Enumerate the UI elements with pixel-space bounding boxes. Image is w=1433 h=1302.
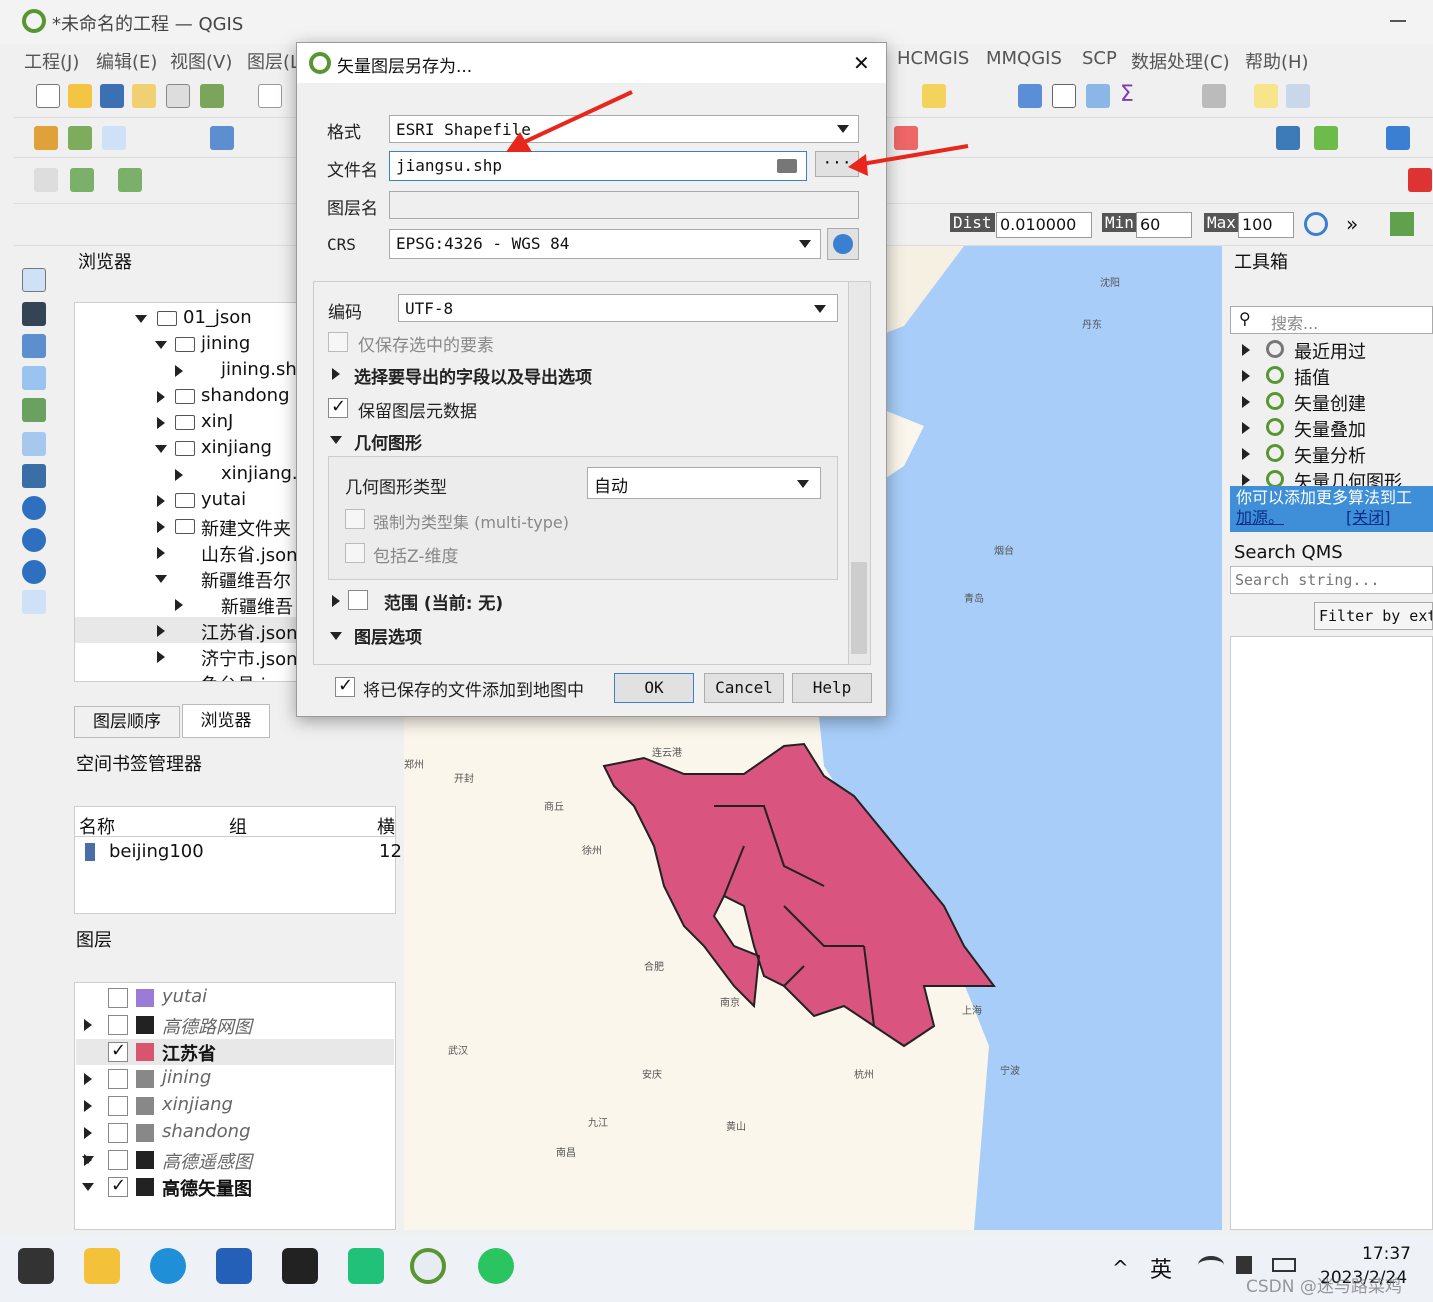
chat-icon[interactable] — [348, 1248, 384, 1284]
watermark: CSDN @迷与路菜鸡 — [1246, 1277, 1402, 1297]
clock-time[interactable]: 17:37 — [1362, 1244, 1411, 1264]
explorer-icon[interactable] — [84, 1248, 120, 1284]
battery-icon[interactable] — [1272, 1258, 1296, 1272]
ime-indicator[interactable]: 英 — [1150, 1252, 1172, 1284]
start-icon[interactable] — [18, 1248, 54, 1284]
qgis-taskbar-icon[interactable] — [410, 1248, 446, 1284]
edge-icon[interactable] — [150, 1248, 186, 1284]
annotation-arrows — [506, 90, 969, 176]
arrow-head-icon — [848, 154, 868, 176]
app-icon[interactable] — [282, 1248, 318, 1284]
wechat-icon[interactable] — [478, 1248, 514, 1284]
store-icon[interactable] — [216, 1248, 252, 1284]
tray-up-icon[interactable]: ^ — [1112, 1256, 1129, 1280]
wifi-icon[interactable] — [1198, 1256, 1224, 1274]
